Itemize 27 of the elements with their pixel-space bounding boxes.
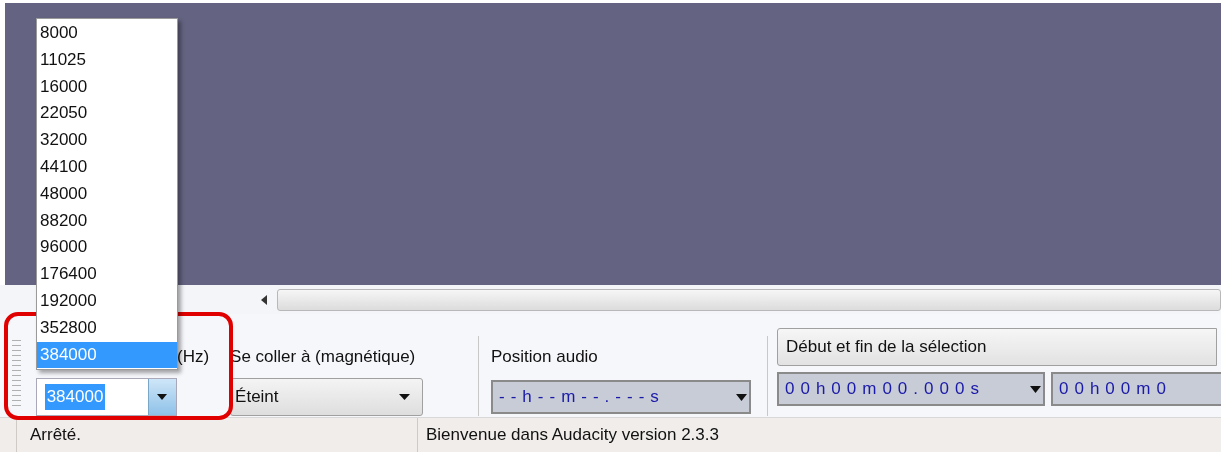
caret-icon bbox=[736, 393, 748, 401]
dropdown-option[interactable]: 16000 bbox=[37, 73, 177, 101]
selection-end-field[interactable]: 00h00m0 bbox=[1051, 372, 1221, 406]
dropdown-option[interactable]: 352800 bbox=[37, 314, 177, 342]
snap-dropdown[interactable]: Éteint bbox=[230, 378, 424, 416]
selection-start-field[interactable]: 00h00m00.000s bbox=[777, 372, 1045, 406]
dropdown-option[interactable]: 8000 bbox=[37, 20, 177, 47]
caret-icon bbox=[157, 394, 168, 400]
status-text: Arrêté. bbox=[30, 424, 82, 447]
dropdown-option[interactable]: 192000 bbox=[37, 287, 177, 315]
dropdown-option[interactable]: 48000 bbox=[37, 180, 177, 208]
caret-icon bbox=[399, 394, 411, 400]
caret-icon bbox=[1030, 385, 1041, 393]
dropdown-option[interactable]: 88200 bbox=[37, 207, 177, 235]
selection-mode-dropdown[interactable]: Début et fin de la sélection bbox=[777, 328, 1217, 366]
position-time-field[interactable]: --h--m--.---s bbox=[491, 380, 752, 414]
position-label: Position audio bbox=[491, 347, 598, 366]
dropdown-option[interactable]: 32000 bbox=[37, 127, 177, 154]
dropdown-option[interactable]: 96000 bbox=[37, 234, 177, 262]
left-arrow-icon bbox=[260, 294, 268, 305]
dropdown-option[interactable]: 176400 bbox=[37, 261, 177, 288]
rate-label: (Hz) bbox=[176, 347, 210, 366]
dropdown-option[interactable]: 11025 bbox=[37, 46, 177, 74]
dropdown-option[interactable]: 22050 bbox=[37, 100, 177, 128]
dropdown-option[interactable]: 44100 bbox=[37, 154, 177, 181]
scrollbar-thumb[interactable] bbox=[277, 288, 1221, 311]
status-message: Bienvenue dans Audacity version 2.3.3 bbox=[426, 425, 719, 445]
